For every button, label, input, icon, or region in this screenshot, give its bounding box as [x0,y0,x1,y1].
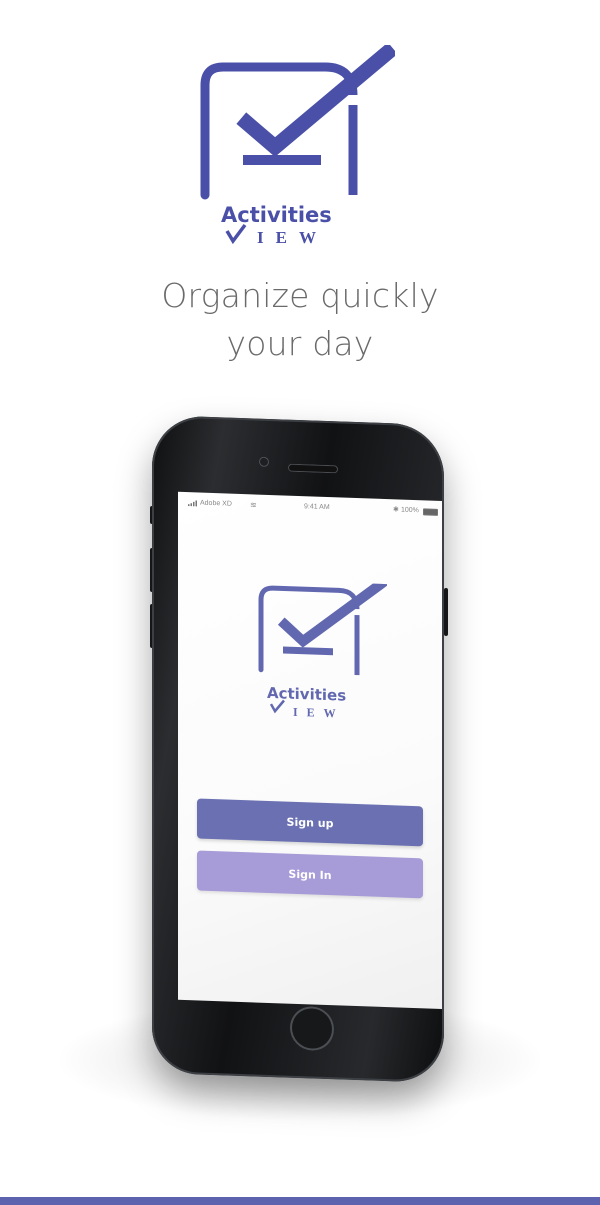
speaker-grille [288,463,338,474]
screen-logo-word: Activities [267,684,346,705]
sign-in-button[interactable]: Sign In [197,850,423,899]
carrier-label: Adobe XD [200,499,232,508]
phone-mockup: Adobe XD ≋ 9:41 AM ✱ 100% Activities IEW… [150,414,450,1084]
logo-word: Activities [221,203,332,227]
checkbox-icon: Activities IEW [258,576,389,721]
signal-icon [188,500,198,508]
sign-up-button[interactable]: Sign up [197,798,423,847]
status-bar: Adobe XD ≋ 9:41 AM ✱ 100% [178,492,442,521]
phone-screen: Adobe XD ≋ 9:41 AM ✱ 100% Activities IEW… [178,491,442,1010]
tagline-line-2: your day [226,324,374,363]
status-time: 9:41 AM [304,503,330,512]
logo-sub: IEW [257,228,328,247]
checkbox-icon: Activities IEW [200,45,395,247]
tagline-line-1: Organize quickly [161,276,439,315]
home-button[interactable] [290,1005,334,1052]
bottom-accent-bar [0,1197,600,1205]
power-button [444,588,448,636]
page: Activities IEW Organize quickly your day… [0,0,600,1205]
tagline: Organize quickly your day [0,272,600,368]
phone-body: Adobe XD ≋ 9:41 AM ✱ 100% Activities IEW… [152,414,444,1084]
screen-logo: Activities IEW [257,576,389,725]
battery-icon [423,508,438,516]
screen-logo-sub: IEW [293,705,345,721]
bluetooth-icon: ✱ [393,506,399,514]
battery-percent: 100% [401,506,419,515]
camera-icon [259,456,269,467]
wifi-icon: ≋ [250,500,257,510]
activities-view-logo: Activities IEW [195,45,395,250]
